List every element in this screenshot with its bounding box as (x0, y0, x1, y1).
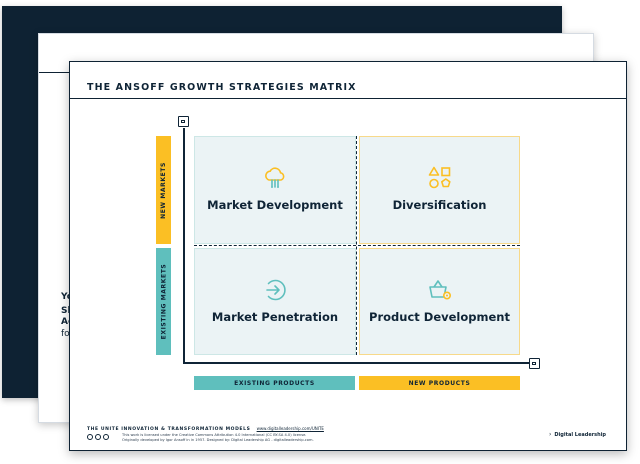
existing-products-label: EXISTING PRODUCTS (194, 376, 355, 390)
license-text: This work is licensed under the Creative… (122, 433, 314, 442)
product-box-icon (529, 358, 540, 369)
y-axis-line (183, 128, 185, 364)
shapes-icon (428, 166, 451, 189)
cloud-icon (265, 167, 285, 188)
creative-commons-icon (87, 434, 93, 440)
quadrant-label: Market Penetration (211, 310, 339, 324)
footer-series-text: THE UNITE INNOVATION & TRANSFORMATION MO… (87, 427, 251, 432)
license-icons (87, 434, 109, 440)
footer-series-title: THE UNITE INNOVATION & TRANSFORMATION MO… (87, 426, 324, 432)
quadrant-market-development: Market Development (194, 136, 356, 244)
horizontal-divider (194, 245, 520, 246)
quadrant-market-penetration: Market Penetration (194, 248, 356, 355)
front-sheet: THE ANSOFF GROWTH STRATEGIES MATRIX NEW … (69, 61, 627, 451)
quadrant-diversification: Diversification (359, 136, 520, 244)
chevron-right-icon: › (549, 431, 552, 438)
brand-name: Digital Leadership (554, 432, 606, 438)
quadrant-label: Product Development (369, 310, 510, 324)
license-line: Originally developed by Igor Ansoff in i… (122, 437, 314, 442)
license-line: This work is licensed under the Creative… (122, 433, 307, 437)
page-title: THE ANSOFF GROWTH STRATEGIES MATRIX (87, 82, 357, 93)
title-rule (70, 98, 626, 99)
x-axis-line (183, 362, 534, 364)
storefront-icon (178, 116, 189, 127)
existing-markets-text: EXISTING MARKETS (160, 263, 168, 340)
new-markets-text: NEW MARKETS (160, 161, 168, 219)
vertical-divider (356, 136, 357, 355)
brand-logo: › Digital Leadership (549, 431, 606, 439)
share-alike-icon (103, 434, 109, 440)
new-products-label: NEW PRODUCTS (359, 376, 520, 390)
footer-url-link[interactable]: www.digitalleadership.com/UNITE (257, 426, 324, 431)
arrow-in-circle-icon (266, 279, 286, 301)
new-markets-label: NEW MARKETS (156, 136, 171, 244)
quadrant-product-development: Product Development (359, 248, 520, 355)
existing-markets-label: EXISTING MARKETS (156, 248, 171, 355)
quadrant-label: Market Development (207, 198, 343, 212)
quadrant-label: Diversification (392, 198, 487, 212)
attribution-icon (95, 434, 101, 440)
basket-gear-icon (428, 280, 451, 300)
